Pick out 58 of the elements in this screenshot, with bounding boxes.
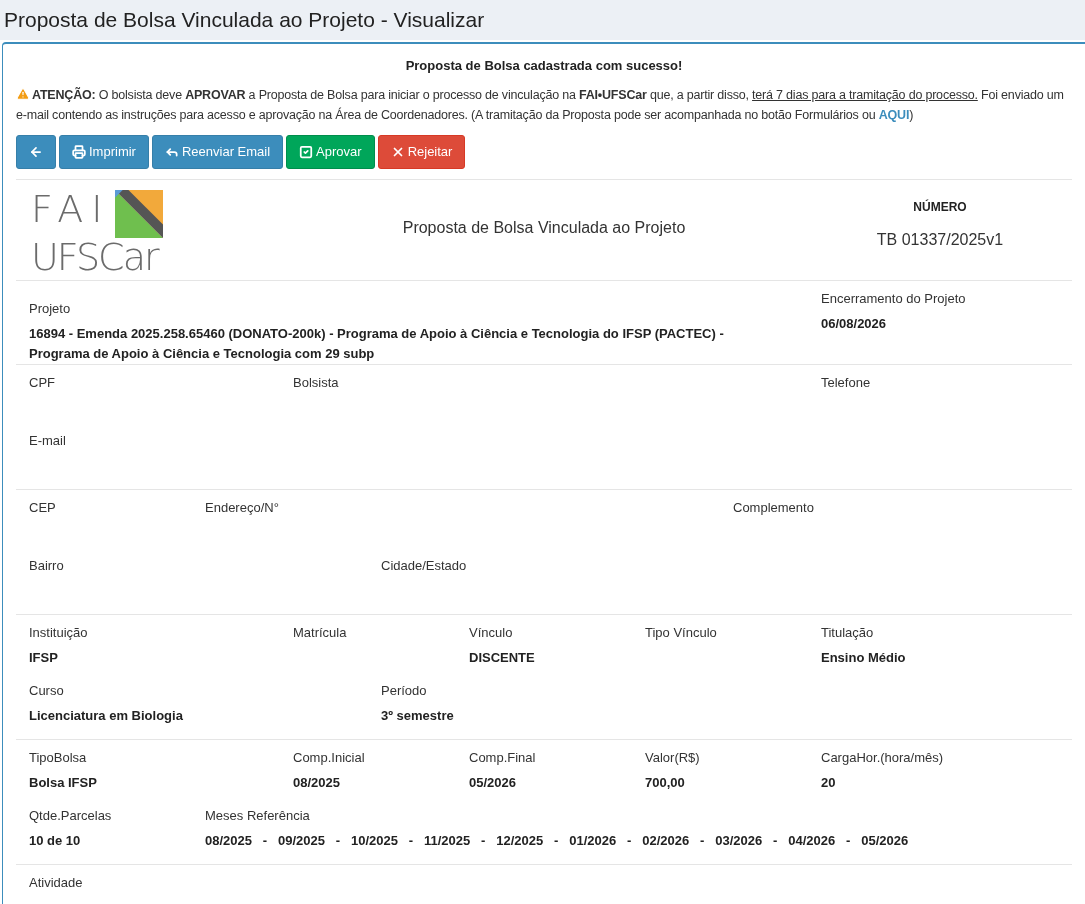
field-value: 700,00 bbox=[645, 773, 686, 792]
logo-mark-icon bbox=[114, 189, 163, 238]
field-label: Comp.Final bbox=[469, 748, 537, 767]
print-button[interactable]: Imprimir bbox=[59, 134, 149, 169]
field-value: 3º semestre bbox=[381, 706, 455, 725]
alert-message: ATENÇÃO: O bolsista deve APROVAR a Proposta de Bolsa para iniciar o processo de vinculação na FAI•UFSCar que, a partir disso, terá 7 dias para a tramitação do processo. Foi enviado um e-mail contendo as instruções para acesso e aprovação na Área de Coordenadores. (A tramitação da Proposta pode ser acompanhada no botão Formulários ou AQUI) bbox=[16, 85, 1065, 124]
field-value: 06/08/2026 bbox=[821, 314, 888, 333]
document-number: TB 01337/2025v1 bbox=[876, 229, 1004, 250]
field-label: Bairro bbox=[29, 556, 65, 575]
field-label: Qtde.Parcelas bbox=[29, 806, 113, 825]
field-label: Telefone bbox=[821, 373, 872, 392]
field-label: Meses Referência bbox=[205, 806, 311, 825]
page-title: Proposta de Bolsa Vinculada ao Projeto - Visualizar bbox=[4, 7, 485, 34]
field-value: IFSP bbox=[29, 648, 59, 667]
resend-email-button[interactable]: Reenviar Email bbox=[151, 134, 284, 169]
here-link[interactable]: AQUI bbox=[878, 107, 910, 122]
field-value: Licenciatura em Biologia bbox=[29, 706, 184, 725]
field-label: Comp.Inicial bbox=[293, 748, 366, 767]
field-value: 16894 - Emenda 2025.258.65460 (DONATO-200k) - Programa de Apoio à Ciência e Tecnologia do IFSP (PACTEC) - Programa de Apoio à Ciência e Tecnologia com 29 subp bbox=[29, 324, 725, 363]
field-label: Endereço/N° bbox=[205, 498, 280, 517]
field-label: Bolsista bbox=[293, 373, 340, 392]
success-message: Proposta de Bolsa cadastrada com sucesso! bbox=[404, 57, 684, 75]
field-label: Encerramento do Projeto bbox=[821, 289, 967, 308]
field-label: Curso bbox=[29, 681, 65, 700]
field-label: Projeto bbox=[29, 299, 72, 318]
field-label: E-mail bbox=[29, 431, 67, 450]
document-title: Proposta de Bolsa Vinculada ao Projeto bbox=[402, 217, 686, 238]
field-label: Atividade bbox=[29, 873, 84, 892]
field-label: CPF bbox=[29, 373, 56, 392]
field-label: Complemento bbox=[733, 498, 815, 517]
field-label: Tipo Vínculo bbox=[645, 623, 718, 642]
field-label: CargaHor.(hora/mês) bbox=[821, 748, 945, 767]
field-value: Ensino Médio bbox=[821, 648, 907, 667]
field-value: 20 bbox=[821, 773, 837, 792]
number-label: NÚMERO bbox=[913, 198, 967, 216]
field-label: Titulação bbox=[821, 623, 875, 642]
printer-icon bbox=[72, 144, 86, 159]
logo-text: FAI bbox=[31, 189, 111, 228]
field-value: Bolsa IFSP bbox=[29, 773, 98, 792]
checkbox-icon bbox=[299, 144, 314, 159]
logo-text: UFSCar bbox=[31, 237, 160, 276]
field-label: Matrícula bbox=[293, 623, 348, 642]
field-value: 08/2025 - 09/2025 - 10/2025 - 11/2025 - 12/2025 - 01/2026 - 02/2026 - 03/2026 - 04/2026 - 05/2026 bbox=[205, 831, 910, 850]
field-label: Valor(R$) bbox=[645, 748, 701, 767]
field-label: Período bbox=[381, 681, 428, 700]
field-label: Instituição bbox=[29, 623, 89, 642]
back-button[interactable] bbox=[16, 134, 56, 169]
reject-button[interactable]: Rejeitar bbox=[377, 134, 466, 169]
field-value: 10 de 10 bbox=[29, 831, 82, 850]
field-value: DISCENTE bbox=[469, 648, 536, 667]
field-label: Cidade/Estado bbox=[381, 556, 468, 575]
field-value: 05/2026 bbox=[469, 773, 517, 792]
field-label: Vínculo bbox=[469, 623, 514, 642]
field-label: TipoBolsa bbox=[29, 748, 88, 767]
field-label: CEP bbox=[29, 498, 57, 517]
field-value: 08/2025 bbox=[293, 773, 341, 792]
approve-button[interactable]: Aprovar bbox=[286, 134, 375, 169]
warning-icon bbox=[16, 86, 30, 101]
